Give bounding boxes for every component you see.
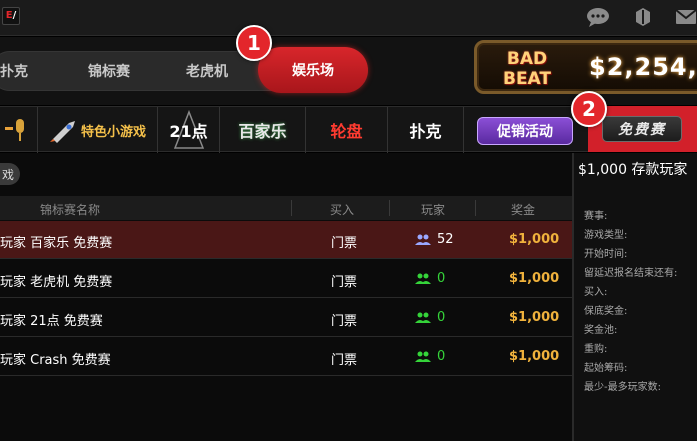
tournament-detail-panel: $1,000 存款玩家 赛事: 游戏类型: 开始时间: 留延迟报名结束还有: 买… [574, 153, 697, 441]
table-row[interactable]: 玩家 老虎机 免费赛 门票 0 $1,000 [0, 260, 572, 298]
bad-beat-logo: BAD BEAT [491, 49, 563, 89]
col-header-players[interactable]: 玩家 [421, 201, 445, 218]
bad-beat-logo-line2: BEAT [502, 69, 551, 89]
detail-field-prize-pool: 奖金池: [584, 325, 618, 336]
detail-field-late-reg: 留延迟报名结束还有: [584, 268, 678, 279]
tournament-prize: $1,000 [509, 232, 560, 247]
step-badge-1: 1 [236, 25, 272, 61]
tournament-players: 0 [415, 349, 445, 364]
players-count: 52 [437, 232, 454, 247]
category-promotions[interactable]: 促销活动 [477, 117, 573, 145]
players-icon [415, 351, 431, 362]
tournament-name: 玩家 Crash 免费赛 [0, 353, 111, 368]
table-row[interactable]: 玩家 Crash 免费赛 门票 0 $1,000 [0, 338, 572, 376]
category-featured-games-label: 特色小游戏 [80, 124, 146, 140]
tournament-name: 玩家 百家乐 免费赛 [0, 236, 113, 251]
players-icon [415, 312, 431, 323]
col-header-name[interactable]: 锦标赛名称 [40, 201, 100, 218]
logo-letter: E [5, 10, 13, 21]
table-row[interactable]: 玩家 百家乐 免费赛 门票 52 $1,000 [0, 221, 572, 259]
bad-beat-logo-line1: BAD [506, 49, 548, 69]
tournament-players: 52 [415, 232, 454, 247]
tournament-list: 戏 锦标赛名称 买入 玩家 奖金 玩家 百家乐 免费赛 门票 52 $1,000… [0, 153, 572, 441]
category-promotions-label: 促销活动 [497, 124, 553, 140]
col-divider [389, 200, 390, 216]
category-poker-label: 扑克 [409, 122, 442, 141]
app-logo[interactable]: E/ [2, 7, 20, 25]
top-bar: E/ [0, 0, 697, 36]
players-icon [415, 273, 431, 284]
detail-title: $1,000 存款玩家 [578, 162, 688, 178]
bad-beat-banner[interactable]: BAD BEAT $2,254, [474, 40, 697, 94]
detail-field-start-time: 开始时间: [584, 249, 628, 260]
step-badge-2: 2 [571, 91, 607, 127]
category-poker[interactable]: 扑克 [388, 107, 464, 153]
tournament-name: 玩家 21点 免费赛 [0, 314, 103, 329]
chat-icon[interactable] [586, 6, 610, 28]
category-roulette-label: 轮盘 [330, 122, 363, 141]
tournament-prize: $1,000 [509, 349, 560, 364]
tournament-prize: $1,000 [509, 271, 560, 286]
detail-field-game-type: 游戏类型: [584, 230, 628, 241]
detail-field-rebuy: 重购: [584, 344, 608, 355]
table-row[interactable]: 玩家 21点 免费赛 门票 0 $1,000 [0, 299, 572, 337]
tab-tournaments[interactable]: 锦标赛 [88, 61, 130, 81]
detail-field-buyin: 买入: [584, 287, 608, 298]
tag-icon[interactable] [631, 6, 655, 28]
category-featured-games[interactable]: 特色小游戏 [38, 107, 158, 153]
col-divider [291, 200, 292, 216]
tournament-players: 0 [415, 310, 445, 325]
players-count: 0 [437, 310, 446, 325]
category-baccarat[interactable]: 百家乐 [220, 107, 306, 153]
category-blackjack-label: 21点 [169, 122, 208, 141]
logo-slash: / [12, 10, 17, 21]
detail-field-event: 赛事: [584, 211, 608, 222]
microphone-icon [4, 119, 24, 141]
filter-chip[interactable]: 戏 [0, 163, 20, 185]
detail-field-min-max-players: 最少-最多玩家数: [584, 382, 661, 393]
players-count: 0 [437, 349, 446, 364]
tournament-players: 0 [415, 271, 445, 286]
tab-slots[interactable]: 老虎机 [186, 61, 228, 81]
category-blackjack[interactable]: 21点 [158, 107, 220, 153]
tab-poker[interactable]: 扑克 [0, 61, 28, 81]
table-header: 锦标赛名称 买入 玩家 奖金 [0, 196, 572, 220]
tournament-buyin: 门票 [331, 275, 358, 290]
players-icon [415, 234, 431, 245]
rocket-icon [49, 121, 75, 143]
col-divider [475, 200, 476, 216]
category-partial[interactable] [0, 107, 38, 153]
tournament-buyin: 门票 [331, 314, 358, 329]
jackpot-amount: $2,254, [589, 53, 697, 81]
mail-icon[interactable] [674, 6, 697, 28]
detail-field-guarantee: 保底奖金: [584, 306, 628, 317]
players-count: 0 [437, 271, 446, 286]
tournament-name: 玩家 老虎机 免费赛 [0, 275, 113, 290]
detail-field-starting-chips: 起始筹码: [584, 363, 628, 374]
tab-casino[interactable]: 娱乐场 [258, 47, 368, 93]
category-baccarat-label: 百家乐 [238, 122, 287, 141]
tournament-buyin: 门票 [331, 236, 358, 251]
category-roulette[interactable]: 轮盘 [306, 107, 388, 153]
col-header-prize[interactable]: 奖金 [511, 201, 535, 218]
col-header-buyin[interactable]: 买入 [330, 201, 354, 218]
category-freerolls-label: 免费赛 [602, 116, 682, 142]
tournament-buyin: 门票 [331, 353, 358, 368]
tournament-prize: $1,000 [509, 310, 560, 325]
